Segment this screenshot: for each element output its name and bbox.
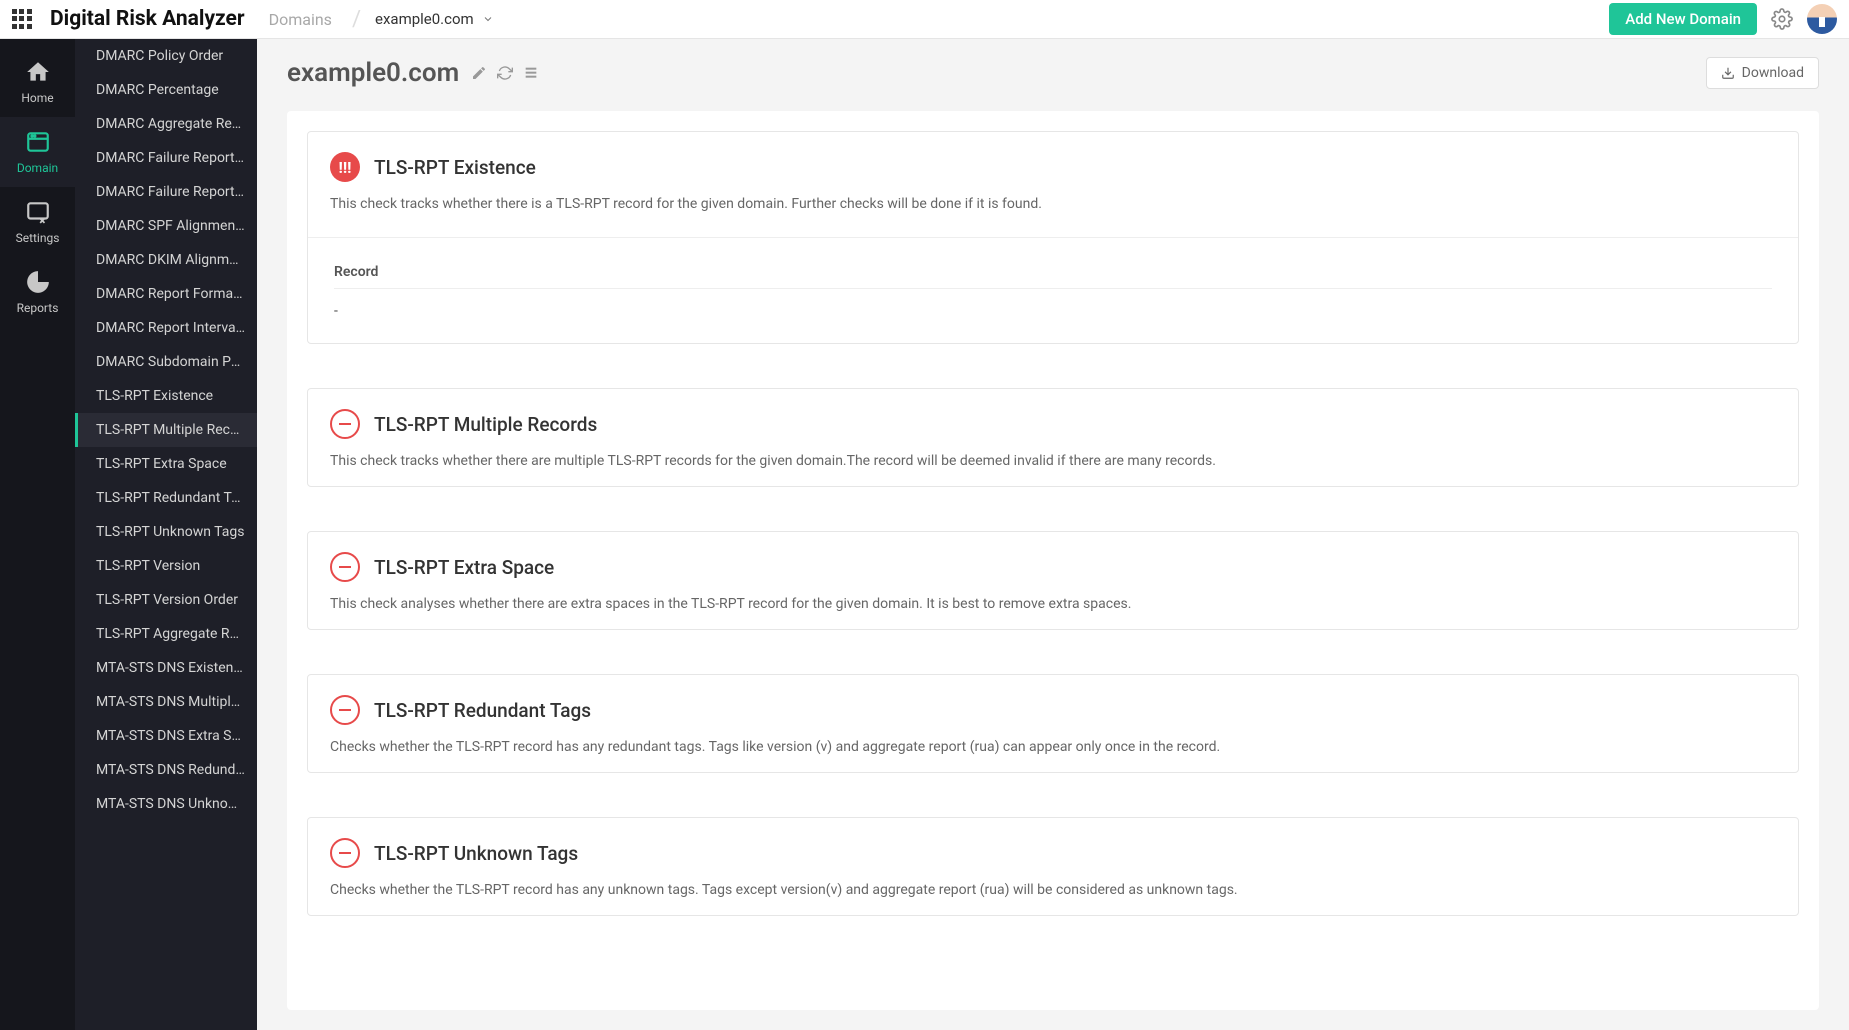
home-icon [25,59,51,85]
breadcrumb-domains[interactable]: Domains [263,10,338,29]
side-item[interactable]: TLS-RPT Unknown Tags [75,515,257,549]
side-item[interactable]: MTA-STS DNS Redunda… [75,753,257,787]
check-list-panel: DMARC Policy OrderDMARC PercentageDMARC … [75,39,257,1030]
nav-settings[interactable]: Settings [0,187,75,257]
check-card: !!! TLS-RPT Existence This check tracks wh… [307,131,1799,344]
side-item[interactable]: TLS-RPT Redundant Tags [75,481,257,515]
side-item[interactable]: MTA-STS DNS Multiple … [75,685,257,719]
side-item[interactable]: DMARC Policy Order [75,39,257,73]
chevron-down-icon [482,13,494,25]
settings-icon [25,199,51,225]
minus-icon [330,409,360,439]
breadcrumb-separator: / [352,7,361,32]
error-icon: !!! [330,152,360,182]
side-item[interactable]: TLS-RPT Version Order [75,583,257,617]
nav-reports[interactable]: Reports [0,257,75,327]
side-item[interactable]: DMARC Percentage [75,73,257,107]
edit-icon[interactable] [471,65,487,81]
side-item[interactable]: MTA-STS DNS Unknown… [75,787,257,821]
refresh-icon[interactable] [497,65,513,81]
checks-container: !!! TLS-RPT Existence This check tracks wh… [287,111,1819,1010]
check-title: TLS-RPT Multiple Records [374,413,597,436]
minus-icon [330,552,360,582]
side-item[interactable]: DMARC Report Format (rf) [75,277,257,311]
nav-home-label: Home [21,91,53,105]
record-label: Record [334,256,1772,289]
domain-dropdown-label: example0.com [375,10,474,28]
content-header: example0.com Download [287,57,1819,89]
check-description: This check tracks whether there are mult… [330,451,1776,472]
side-item[interactable]: TLS-RPT Extra Space [75,447,257,481]
check-title: TLS-RPT Redundant Tags [374,699,591,722]
side-item[interactable]: MTA-STS DNS Existence [75,651,257,685]
nav-domain-label: Domain [17,161,58,175]
check-card: TLS-RPT Extra Space This check analyses w… [307,531,1799,630]
side-item[interactable]: DMARC Failure Report (r… [75,141,257,175]
minus-icon [330,838,360,868]
add-domain-button[interactable]: Add New Domain [1609,3,1757,35]
check-card: TLS-RPT Redundant Tags Checks whether the… [307,674,1799,773]
check-title: TLS-RPT Unknown Tags [374,842,578,865]
side-item[interactable]: DMARC Aggregate Repo… [75,107,257,141]
primary-nav: Home Domain Settings Reports [0,39,75,1030]
record-section: Record - [308,237,1798,343]
side-item[interactable]: DMARC Report Interval (… [75,311,257,345]
apps-grid-icon[interactable] [12,9,32,29]
content-area: example0.com Download !!! TLS-RPT Existen… [257,39,1849,1030]
check-card: TLS-RPT Unknown Tags Checks whether the T… [307,817,1799,916]
side-item[interactable]: DMARC Subdomain Poli… [75,345,257,379]
domain-icon [25,129,51,155]
side-item[interactable]: DMARC DKIM Alignmen… [75,243,257,277]
record-value: - [334,303,1772,319]
check-title: TLS-RPT Existence [374,156,536,179]
nav-reports-label: Reports [17,301,59,315]
minus-icon [330,695,360,725]
check-description: Checks whether the TLS-RPT record has an… [330,737,1776,758]
list-icon[interactable] [523,65,539,81]
check-description: This check analyses whether there are ex… [330,594,1776,615]
check-description: This check tracks whether there is a TLS… [330,194,1776,215]
side-item[interactable]: DMARC SPF Alignment … [75,209,257,243]
reports-icon [25,269,51,295]
check-title: TLS-RPT Extra Space [374,556,554,579]
domain-dropdown[interactable]: example0.com [375,10,494,28]
nav-settings-label: Settings [16,231,60,245]
page-title: example0.com [287,58,459,88]
top-header: Digital Risk Analyzer Domains / example0… [0,0,1849,39]
side-item[interactable]: MTA-STS DNS Extra Spa… [75,719,257,753]
brand-title: Digital Risk Analyzer [50,7,245,31]
download-label: Download [1742,65,1804,81]
download-button[interactable]: Download [1706,57,1819,89]
gear-icon[interactable] [1771,8,1793,30]
side-item[interactable]: TLS-RPT Existence [75,379,257,413]
download-icon [1721,66,1735,80]
side-item[interactable]: TLS-RPT Multiple Records [75,413,257,447]
check-card: TLS-RPT Multiple Records This check track… [307,388,1799,487]
user-avatar[interactable] [1807,4,1837,34]
nav-domain[interactable]: Domain [0,117,75,187]
nav-home[interactable]: Home [0,47,75,117]
side-item[interactable]: TLS-RPT Aggregate Repo… [75,617,257,651]
side-item[interactable]: TLS-RPT Version [75,549,257,583]
side-item[interactable]: DMARC Failure Report (fo) [75,175,257,209]
check-description: Checks whether the TLS-RPT record has an… [330,880,1776,901]
